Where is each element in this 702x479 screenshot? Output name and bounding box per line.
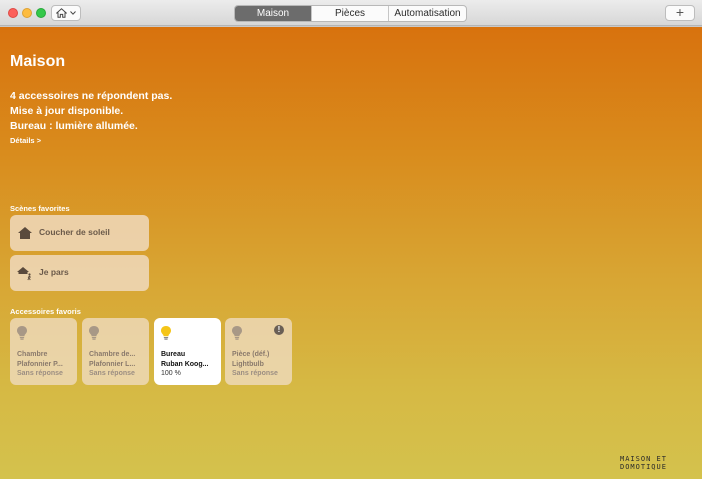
accessory-tile-piece-def[interactable]: ! Pièce (déf.) Lightbulb Sans réponse — [225, 318, 292, 385]
watermark-line: MAISON ET — [620, 455, 667, 463]
favorite-accessories-heading: Accessoires favoris — [10, 307, 81, 316]
accessory-status: 100 % — [161, 370, 181, 377]
details-link[interactable]: Détails > — [10, 136, 41, 145]
warning-icon: ! — [274, 325, 284, 335]
minimize-window-button[interactable] — [22, 8, 32, 18]
tab-automatisation[interactable]: Automatisation — [389, 6, 466, 21]
scene-label: Coucher de soleil — [39, 227, 110, 237]
house-walking-icon — [17, 265, 33, 281]
home-selector-button[interactable] — [51, 5, 81, 21]
lightbulb-off-icon — [88, 325, 100, 341]
accessory-room: Pièce (déf.) — [232, 351, 270, 358]
accessory-name: Plafonnier P... — [17, 360, 63, 368]
window-titlebar: Maison Pièces Automatisation + — [0, 0, 702, 26]
add-button[interactable]: + — [665, 5, 695, 21]
view-tabs: Maison Pièces Automatisation — [234, 5, 467, 22]
accessory-room: Chambre — [17, 351, 48, 358]
favorite-scenes-heading: Scènes favorites — [10, 204, 70, 213]
status-text-unresponsive: 4 accessoires ne répondent pas. — [10, 90, 173, 102]
lightbulb-off-icon — [16, 325, 28, 341]
tab-maison[interactable]: Maison — [235, 6, 312, 21]
close-window-button[interactable] — [8, 8, 18, 18]
accessory-name: Ruban Koog... — [161, 360, 209, 368]
tab-pieces[interactable]: Pièces — [312, 6, 389, 21]
accessory-name: Lightbulb — [232, 360, 264, 368]
page-title: Maison — [10, 53, 66, 70]
watermark-logo: MAISON ET DOMOTIQUE — [620, 455, 696, 475]
status-text-update: Mise à jour disponible. — [10, 105, 124, 117]
chevron-down-icon — [70, 11, 76, 15]
house-icon — [56, 8, 67, 18]
status-text-light: Bureau : lumière allumée. — [10, 120, 138, 132]
accessory-tile-bureau[interactable]: Bureau Ruban Koog... 100 % — [154, 318, 221, 385]
accessory-status: Sans réponse — [89, 370, 135, 377]
lightbulb-off-icon — [231, 325, 243, 341]
accessory-tile-chambre-de[interactable]: Chambre de... Plafonnier L... Sans répon… — [82, 318, 149, 385]
scene-tile-coucher-de-soleil[interactable]: Coucher de soleil — [10, 215, 149, 251]
accessory-status: Sans réponse — [232, 370, 278, 377]
home-view: Maison 4 accessoires ne répondent pas. M… — [0, 27, 702, 479]
zoom-window-button[interactable] — [36, 8, 46, 18]
accessory-room: Bureau — [161, 351, 186, 358]
scene-label: Je pars — [39, 267, 69, 277]
accessory-status: Sans réponse — [17, 370, 63, 377]
accessory-room: Chambre de... — [89, 351, 136, 358]
lightbulb-on-icon — [160, 325, 172, 341]
watermark-line: DOMOTIQUE — [620, 463, 667, 471]
scene-tile-je-pars[interactable]: Je pars — [10, 255, 149, 291]
house-icon — [17, 225, 33, 241]
accessory-tile-chambre[interactable]: Chambre Plafonnier P... Sans réponse — [10, 318, 77, 385]
accessory-name: Plafonnier L... — [89, 360, 136, 368]
